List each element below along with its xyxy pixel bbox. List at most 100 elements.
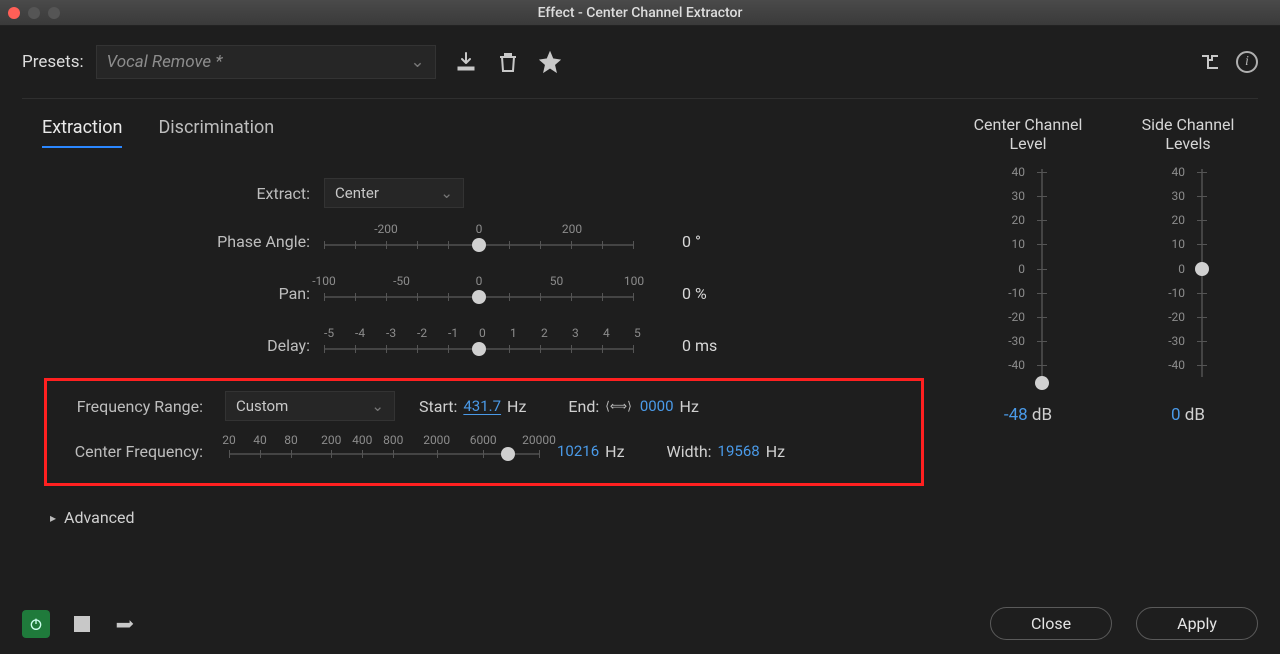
tick-label: 800	[383, 433, 403, 447]
chevron-down-icon: ⌄	[410, 52, 424, 72]
tick-label: 6000	[470, 433, 497, 447]
center-freq-value[interactable]: 10216	[557, 442, 599, 460]
tick-label: -3	[386, 326, 396, 340]
tick-label: 10	[997, 237, 1025, 251]
traffic-lights	[8, 7, 60, 19]
presets-label: Presets:	[22, 52, 84, 72]
levels-panel: Center Channel Level 40 30 20 10 0 -10 -…	[958, 103, 1258, 527]
minimize-window-icon[interactable]	[28, 7, 40, 19]
tick-label: 200	[562, 222, 582, 236]
advanced-label: Advanced	[64, 508, 135, 527]
main-panel: Extraction Discrimination Extract: Cente…	[22, 103, 938, 527]
frequency-range-section: Frequency Range: Custom ⌄ Start: 431.7 H…	[44, 378, 924, 486]
width-readout: Width: 19568 Hz	[667, 442, 786, 461]
tick-label: 10	[1157, 237, 1185, 251]
tick-label: 2	[541, 326, 548, 340]
freq-end-value[interactable]: 0000	[640, 397, 674, 415]
delay-row: Delay: -5 -4 -3 -2 -1 0 1 2 3 4	[44, 326, 924, 364]
center-level-value[interactable]: -48 dB	[1004, 405, 1052, 425]
tick-label: 50	[550, 274, 564, 288]
freq-range-select[interactable]: Custom ⌄	[225, 391, 395, 421]
tick-label: -10	[1157, 286, 1185, 300]
pan-value[interactable]: 0 %	[682, 284, 707, 303]
preset-selected: Vocal Remove *	[107, 52, 223, 72]
tick-label: 30	[997, 189, 1025, 203]
tick-label: 400	[352, 433, 372, 447]
freq-end-label: End:	[568, 397, 599, 416]
close-window-icon[interactable]	[8, 7, 20, 19]
delete-preset-icon[interactable]	[496, 50, 520, 74]
tick-label: -30	[1157, 334, 1185, 348]
advanced-disclosure[interactable]: ▸ Advanced	[44, 508, 924, 527]
tab-discrimination[interactable]: Discrimination	[158, 117, 274, 148]
apply-button[interactable]: Apply	[1136, 607, 1258, 640]
extract-row: Extract: Center ⌄	[44, 178, 924, 208]
tab-extraction[interactable]: Extraction	[42, 117, 122, 148]
route-icon[interactable]	[1198, 50, 1222, 74]
footer-bar: Close Apply	[22, 607, 1258, 640]
tick-label: 200	[321, 433, 341, 447]
tick-label: 0	[997, 262, 1025, 276]
preset-select[interactable]: Vocal Remove * ⌄	[96, 45, 436, 79]
freq-start: Start: 431.7 Hz	[419, 397, 526, 416]
power-toggle-icon[interactable]	[22, 610, 50, 638]
tick-label: 40	[1157, 165, 1185, 179]
phase-slider[interactable]: -200 0 200	[324, 222, 634, 260]
freq-range-value: Custom	[236, 397, 288, 415]
tick-label: -30	[997, 334, 1025, 348]
maximize-window-icon[interactable]	[48, 7, 60, 19]
extract-select[interactable]: Center ⌄	[324, 178, 464, 208]
phase-label: Phase Angle:	[44, 232, 324, 251]
side-level-column: Side Channel Levels 40 30 20 10 0 -10 -2…	[1118, 111, 1258, 527]
pan-row: Pan: -100 -50 0 50 100 0 %	[44, 274, 924, 312]
tabs: Extraction Discrimination	[34, 117, 934, 148]
tick-label: 20000	[522, 433, 556, 447]
tick-label: -1	[448, 326, 458, 340]
hdrag-cursor-icon: ⟨⟺⟩	[605, 399, 632, 413]
close-button[interactable]: Close	[990, 607, 1112, 640]
center-freq-slider[interactable]: 20 40 80 200 400 800 2000 6000 20000	[229, 433, 539, 469]
width-label: Width:	[667, 442, 712, 461]
side-level-slider[interactable]: 40 30 20 10 0 -10 -20 -30 -40	[1165, 163, 1211, 383]
tick-label: -5	[324, 326, 334, 340]
chevron-down-icon: ⌄	[440, 184, 453, 202]
save-preset-icon[interactable]	[454, 50, 478, 74]
extract-label: Extract:	[44, 184, 324, 203]
tick-label: 100	[624, 274, 644, 288]
freq-start-value[interactable]: 431.7	[463, 397, 501, 415]
delay-value[interactable]: 0 ms	[682, 336, 717, 355]
tick-label: -10	[997, 286, 1025, 300]
side-level-title: Side Channel Levels	[1118, 111, 1258, 157]
center-freq-label: Center Frequency:	[61, 442, 211, 461]
center-level-title: Center Channel Level	[958, 111, 1098, 157]
tick-label: 30	[1157, 189, 1185, 203]
freq-start-label: Start:	[419, 397, 457, 416]
delay-slider[interactable]: -5 -4 -3 -2 -1 0 1 2 3 4 5	[324, 326, 634, 364]
pan-slider[interactable]: -100 -50 0 50 100	[324, 274, 634, 312]
tick-label: 20	[997, 213, 1025, 227]
window-titlebar: Effect - Center Channel Extractor	[0, 0, 1280, 26]
phase-value[interactable]: 0 °	[682, 232, 701, 251]
tick-label: 20	[1157, 213, 1185, 227]
info-icon[interactable]: i	[1236, 51, 1258, 73]
export-icon[interactable]	[114, 611, 136, 637]
tick-label: 40	[997, 165, 1025, 179]
center-level-slider[interactable]: 40 30 20 10 0 -10 -20 -30 -40	[1005, 163, 1051, 383]
stop-preview-icon[interactable]	[74, 616, 90, 632]
tick-label: -100	[312, 274, 336, 288]
side-level-value[interactable]: 0 dB	[1171, 405, 1205, 425]
tick-label: 80	[284, 433, 298, 447]
tick-label: 5	[634, 326, 641, 340]
window-title: Effect - Center Channel Extractor	[0, 5, 1280, 21]
pan-label: Pan:	[44, 284, 324, 303]
tick-label: 0	[476, 222, 483, 236]
width-value[interactable]: 19568	[718, 442, 760, 460]
phase-row: Phase Angle: -200 0 200 0 °	[44, 222, 924, 260]
tick-label: -40	[1157, 358, 1185, 372]
presets-row: Presets: Vocal Remove * ⌄ i	[22, 40, 1258, 84]
chevron-down-icon: ⌄	[371, 397, 384, 415]
width-unit: Hz	[766, 442, 785, 461]
tick-label: -50	[393, 274, 410, 288]
center-level-column: Center Channel Level 40 30 20 10 0 -10 -…	[958, 111, 1098, 527]
favorite-icon[interactable]	[538, 50, 562, 74]
